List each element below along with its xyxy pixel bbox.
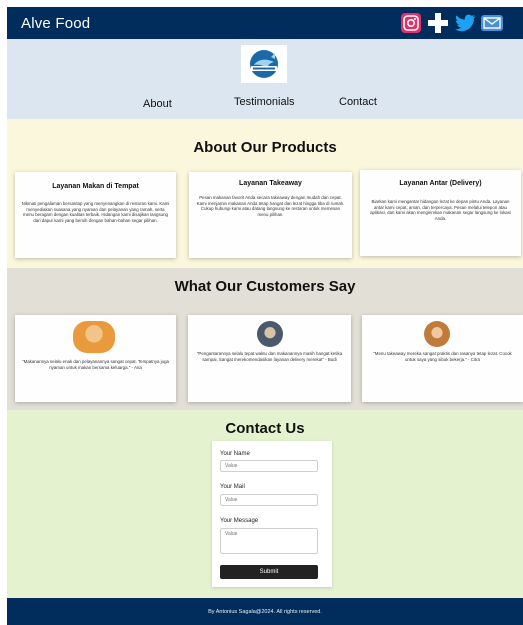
social-links [400,13,503,33]
testimonial-quote: "Menu takeaway mereka sangat praktis dan… [373,351,512,362]
testimonial-card: "Makanannya selalu enak dan pelayanannya… [15,315,176,402]
nav-contact[interactable]: Contact [339,96,377,108]
customer-avatar [424,321,450,347]
brand-title[interactable]: Alve Food [21,15,90,32]
product-card-title: Layanan Makan di Tempat [52,183,139,190]
instagram-icon[interactable] [400,13,422,33]
product-card-delivery: Layanan Antar (Delivery) Biarkan kami me… [360,170,521,256]
submit-button[interactable]: Submit [220,565,318,579]
nav-section: About Testimonials Contact [7,39,523,119]
customer-avatar [257,321,283,347]
twitter-icon[interactable] [454,13,476,33]
products-title: About Our Products [193,139,337,156]
contact-section: Contact Us Your Name Your Mail Your Mess… [7,410,523,598]
product-card-takeaway: Layanan Takeaway Pesan makanan favorit A… [189,172,352,258]
product-card-desc: Biarkan kami mengantar hidangan lezat ke… [370,199,511,221]
name-input[interactable] [220,460,318,472]
product-card-desc: Nikmati pengalaman bersantap yang menyen… [21,201,170,223]
fish-logo-icon [250,50,278,78]
nav-testimonials[interactable]: Testimonials [234,96,295,108]
product-card-title: Layanan Takeaway [239,180,302,187]
nav-about[interactable]: About [143,98,172,110]
contact-form: Your Name Your Mail Your Message Submit [212,441,332,587]
testimonial-card: "Menu takeaway mereka sangat praktis dan… [362,315,523,402]
testimonials-section: What Our Customers Say "Makanannya selal… [7,268,523,410]
product-card-dine-in: Layanan Makan di Tempat Nikmati pengalam… [15,172,176,258]
product-card-desc: Pesan makanan favorit Anda secara takeaw… [196,195,345,217]
name-label: Your Name [220,451,250,457]
mail-icon[interactable] [481,13,503,33]
customer-avatar [73,321,115,353]
site-logo[interactable] [241,45,287,83]
products-section: About Our Products Layanan Makan di Temp… [7,119,523,268]
testimonials-title: What Our Customers Say [174,278,356,295]
footer-copyright: By Antonius Sagala@2024. All rights rese… [208,608,322,615]
email-label: Your Mail [220,484,245,490]
email-input[interactable] [220,494,318,506]
message-textarea[interactable] [220,528,318,554]
testimonial-card: "Pengantarannya selalu tepat waktu dan m… [188,315,351,402]
site-header: Alve Food [7,7,523,39]
testimonial-quote: "Makanannya selalu enak dan pelayanannya… [22,359,169,370]
plus-icon[interactable] [427,13,449,33]
contact-title: Contact Us [225,420,305,437]
message-label: Your Message [220,518,259,524]
site-footer: By Antonius Sagala@2024. All rights rese… [7,598,523,625]
testimonial-quote: "Pengantarannya selalu tepat waktu dan m… [196,351,343,362]
product-card-title: Layanan Antar (Delivery) [399,180,482,187]
